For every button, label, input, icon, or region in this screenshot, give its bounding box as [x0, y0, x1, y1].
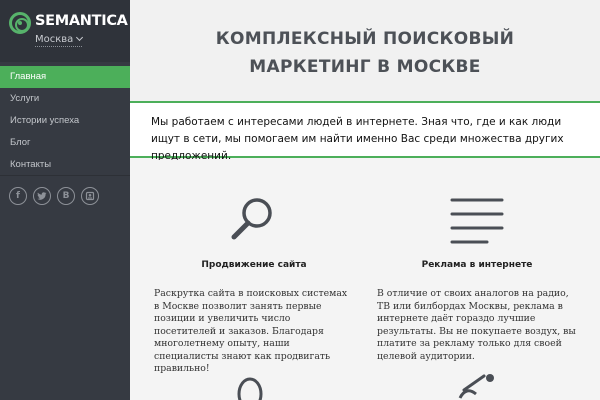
lightbulb-icon[interactable]	[230, 372, 270, 400]
main-content: КОМПЛЕКСНЫЙ ПОИСКОВЫЙ МАРКЕТИНГ В МОСКВЕ…	[130, 0, 600, 400]
nav-item-success-stories[interactable]: Истории успеха	[0, 110, 130, 132]
service-ads: Реклама в интернете В отличие от своих а…	[377, 260, 577, 363]
nav-item-contacts[interactable]: Контакты	[0, 154, 130, 176]
service-title[interactable]: Продвижение сайта	[154, 260, 354, 270]
magnifier-icon[interactable]	[224, 190, 284, 250]
flask-icon[interactable]	[450, 372, 500, 400]
twitter-icon[interactable]	[33, 187, 51, 205]
intro-text: Мы работаем с интересами людей в интерне…	[151, 116, 564, 162]
nav-item-home[interactable]: Главная	[0, 66, 130, 88]
vk-icon[interactable]: B	[57, 187, 75, 205]
main-nav: Главная Услуги Истории успеха Блог Конта…	[0, 66, 130, 176]
chevron-down-icon	[76, 33, 84, 42]
facebook-icon[interactable]: f	[9, 187, 27, 205]
services-grid: Продвижение сайта Раскрутка сайта в поис…	[130, 160, 600, 400]
page-title: КОМПЛЕКСНЫЙ ПОИСКОВЫЙ МАРКЕТИНГ В МОСКВЕ	[130, 25, 600, 81]
divider	[0, 175, 130, 176]
title-line-2: МАРКЕТИНГ В МОСКВЕ	[249, 57, 481, 77]
brand-header: SEMANTICA Москва	[0, 0, 130, 62]
brand-name[interactable]: SEMANTICA	[35, 13, 128, 29]
service-text: В отличие от своих аналогов на радио, ТВ…	[377, 288, 576, 362]
intro-banner: Мы работаем с интересами людей в интерне…	[130, 101, 600, 162]
city-selector[interactable]: Москва	[35, 33, 84, 47]
logo-icon[interactable]	[9, 12, 31, 34]
menu-lines-icon[interactable]	[447, 190, 507, 250]
title-line-1: КОМПЛЕКСНЫЙ ПОИСКОВЫЙ	[215, 29, 515, 49]
service-title[interactable]: Реклама в интернете	[377, 260, 577, 270]
sidebar: SEMANTICA Москва Главная Услуги Истории …	[0, 0, 130, 400]
nav-item-services[interactable]: Услуги	[0, 88, 130, 110]
city-label: Москва	[35, 34, 74, 45]
service-seo: Продвижение сайта Раскрутка сайта в поис…	[154, 260, 354, 376]
service-text: Раскрутка сайта в поисковых системах в М…	[154, 288, 348, 374]
nav-item-blog[interactable]: Блог	[0, 132, 130, 154]
social-links: f B	[9, 187, 99, 205]
odnoklassniki-icon[interactable]	[81, 187, 99, 205]
hero: КОМПЛЕКСНЫЙ ПОИСКОВЫЙ МАРКЕТИНГ В МОСКВЕ	[130, 0, 600, 101]
